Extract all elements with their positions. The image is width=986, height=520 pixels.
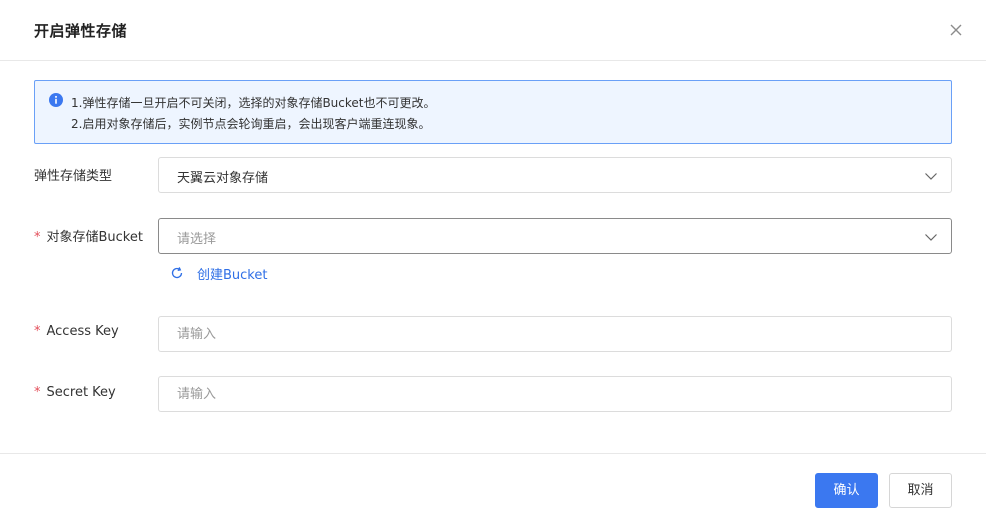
- storage-type-select[interactable]: 天翼云对象存储: [158, 157, 952, 193]
- enable-elastic-storage-dialog: 开启弹性存储 1.弹性存储一旦开启不可关闭，选择的对象存储Bucket也不可更改…: [0, 0, 986, 520]
- close-button[interactable]: [944, 18, 968, 42]
- create-bucket-label: 创建Bucket: [197, 268, 268, 283]
- dialog-title: 开启弹性存储: [34, 22, 128, 40]
- dialog-footer: 确认 取消: [0, 453, 986, 520]
- close-icon: [950, 24, 962, 36]
- chevron-down-icon: [925, 173, 937, 180]
- notice-line-1: 1.弹性存储一旦开启不可关闭，选择的对象存储Bucket也不可更改。: [71, 96, 436, 110]
- storage-type-value: 天翼云对象存储: [177, 171, 269, 186]
- notice-line-2: 2.启用对象存储后，实例节点会轮询重启，会出现客户端重连现象。: [71, 117, 431, 131]
- cancel-button[interactable]: 取消: [889, 473, 952, 508]
- bucket-placeholder: 请选择: [177, 232, 217, 247]
- confirm-button[interactable]: 确认: [815, 473, 878, 508]
- notice-banner: 1.弹性存储一旦开启不可关闭，选择的对象存储Bucket也不可更改。 2.启用对…: [34, 80, 952, 144]
- chevron-down-icon: [925, 234, 937, 241]
- required-mark: *: [34, 324, 41, 339]
- access-key-input[interactable]: [159, 317, 951, 351]
- refresh-icon: [171, 267, 183, 279]
- bucket-select[interactable]: 请选择: [158, 218, 952, 254]
- bucket-label: * 对象存储Bucket: [34, 230, 143, 245]
- required-mark: *: [34, 230, 41, 245]
- info-icon: [49, 93, 63, 107]
- secret-key-input[interactable]: [159, 377, 951, 411]
- storage-type-label: 弹性存储类型: [34, 169, 113, 184]
- dialog-header: 开启弹性存储: [0, 0, 986, 61]
- access-key-label: * Access Key: [34, 324, 119, 339]
- access-key-field: [158, 316, 952, 352]
- secret-key-field: [158, 376, 952, 412]
- secret-key-label: * Secret Key: [34, 385, 116, 400]
- required-mark: *: [34, 385, 41, 400]
